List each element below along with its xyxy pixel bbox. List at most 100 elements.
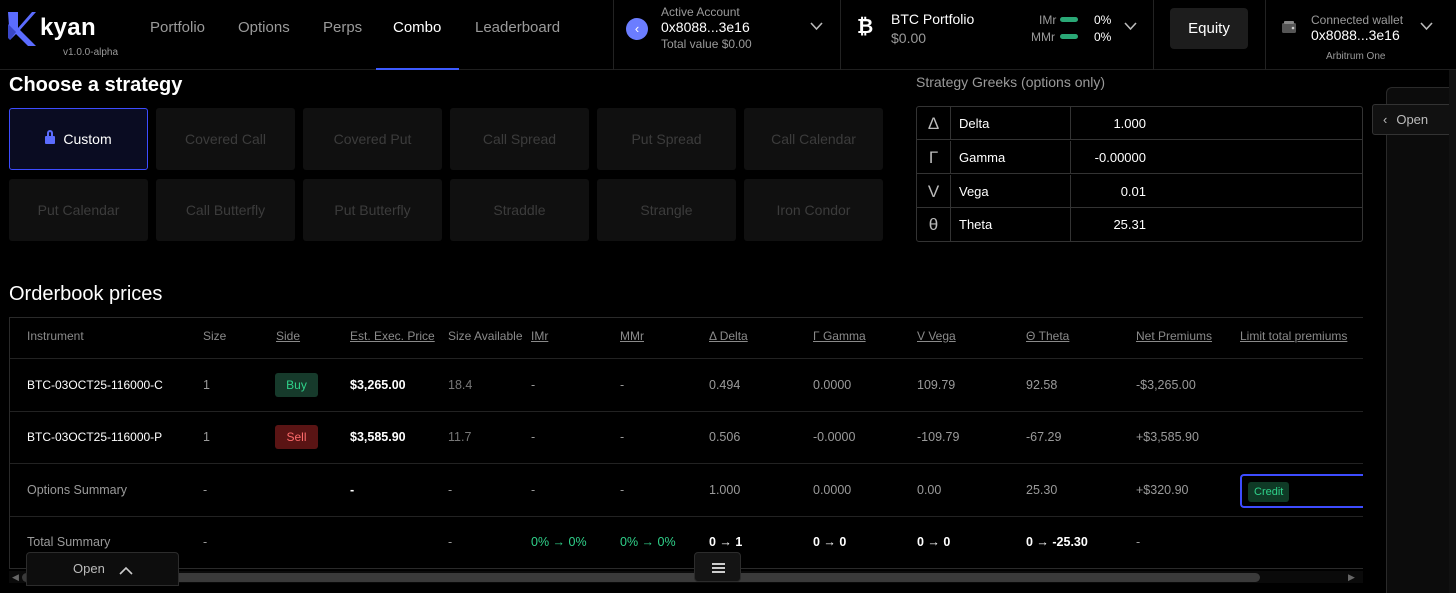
est-exec-price: $3,585.90 — [350, 430, 406, 444]
strategy-custom[interactable]: Custom — [9, 108, 148, 170]
bottom-panel-open-button[interactable]: Open — [26, 552, 179, 586]
greeks-title: Strategy Greeks (options only) — [916, 74, 1106, 90]
top-header: kyan v1.0.0-alpha Portfolio Options Perp… — [0, 0, 1456, 70]
vertical-scrollbar[interactable] — [1449, 70, 1456, 593]
size-available: - — [448, 535, 453, 549]
strategy-covered-call[interactable]: Covered Call — [156, 108, 295, 170]
wallet-address: 0x8088...3e16 — [1311, 27, 1400, 43]
account-avatar-icon: ‹ — [626, 18, 648, 40]
col-mmr[interactable]: MMr — [620, 329, 644, 343]
tab-combo[interactable]: Combo — [393, 19, 441, 36]
credit-badge[interactable]: Credit — [1248, 482, 1290, 502]
greek-row-delta: Δ Delta 1.000 — [917, 107, 1362, 140]
active-tab-indicator — [376, 68, 459, 70]
greek-value: -0.00000 — [1094, 150, 1146, 165]
greek-value: 25.31 — [1113, 217, 1146, 232]
strategy-call-butterfly[interactable]: Call Butterfly — [156, 179, 295, 241]
row-gamma: 0.0000 — [813, 378, 852, 392]
col-theta[interactable]: Θ Theta — [1026, 329, 1069, 343]
strategy-strangle[interactable]: Strangle — [597, 179, 736, 241]
strategy-call-calendar[interactable]: Call Calendar — [744, 108, 883, 170]
scroll-right-arrow-icon[interactable]: ▶ — [1348, 572, 1355, 583]
row-net-premium: - — [1136, 535, 1141, 549]
imr-label: IMr — [1039, 13, 1057, 27]
theta-change: 0 → -25.30 — [1026, 535, 1088, 549]
total-summary-label: Total Summary — [27, 535, 111, 549]
col-size: Size — [203, 329, 227, 343]
col-delta[interactable]: Δ Delta — [709, 329, 748, 343]
strategy-label: Call Calendar — [771, 131, 856, 147]
scroll-left-arrow-icon[interactable]: ◀ — [12, 572, 19, 583]
est-exec-price: $3,265.00 — [350, 378, 406, 392]
side-buy-badge[interactable]: Buy — [275, 373, 318, 397]
theta-icon: θ — [917, 208, 951, 241]
row-vega: 109.79 — [917, 378, 956, 392]
strategy-put-calendar[interactable]: Put Calendar — [9, 179, 148, 241]
chevron-up-icon — [119, 563, 133, 578]
strategy-put-spread[interactable]: Put Spread — [597, 108, 736, 170]
row-net-premium: +$320.90 — [1136, 483, 1189, 497]
col-side[interactable]: Side — [276, 329, 300, 343]
wallet-network: Arbitrum One — [1326, 51, 1386, 62]
active-account-label: Active Account — [661, 5, 740, 19]
row-mmr: - — [620, 430, 625, 444]
tab-portfolio[interactable]: Portfolio — [150, 19, 205, 36]
portfolio-chevron-down-icon[interactable] — [1124, 20, 1137, 34]
instrument-name: BTC-03OCT25-116000-P — [27, 430, 163, 444]
account-chevron-down-icon[interactable] — [810, 20, 823, 34]
est-exec-price: - — [350, 483, 355, 497]
wallet-icon — [1281, 20, 1297, 34]
strategy-label: Put Calendar — [37, 202, 120, 218]
size-available: - — [448, 483, 453, 497]
row-imr: - — [531, 378, 536, 392]
col-gamma[interactable]: Γ Gamma — [813, 329, 866, 343]
strategy-label: Put Spread — [631, 131, 702, 147]
col-instrument: Instrument — [27, 329, 84, 343]
col-vega[interactable]: V Vega — [917, 329, 956, 343]
brand-name[interactable]: kyan — [40, 14, 96, 42]
greek-value: 1.000 — [1113, 116, 1146, 131]
row-gamma: -0.0000 — [813, 430, 856, 444]
header-divider — [840, 0, 841, 70]
strategy-put-butterfly[interactable]: Put Butterfly — [303, 179, 442, 241]
row-divider — [10, 411, 1363, 412]
open-label: Open — [1396, 112, 1429, 127]
strategy-iron-condor[interactable]: Iron Condor — [744, 179, 883, 241]
col-imr[interactable]: IMr — [531, 329, 548, 343]
kyan-logo-icon[interactable] — [6, 10, 36, 48]
col-net-premiums[interactable]: Net Premiums — [1136, 329, 1212, 343]
row-divider — [10, 358, 1363, 359]
strategy-covered-put[interactable]: Covered Put — [303, 108, 442, 170]
row-delta: 0.494 — [709, 378, 741, 392]
row-theta: 25.30 — [1026, 483, 1058, 497]
imr-change: 0% → 0% — [531, 535, 587, 549]
horizontal-scrollbar-thumb[interactable] — [22, 573, 1260, 582]
tab-options[interactable]: Options — [238, 19, 290, 36]
tab-leaderboard[interactable]: Leaderboard — [475, 19, 560, 36]
strategy-straddle[interactable]: Straddle — [450, 179, 589, 241]
side-panel — [1386, 87, 1456, 593]
greek-row-theta: θ Theta 25.31 — [917, 208, 1362, 241]
strategy-label: Covered Put — [333, 131, 412, 147]
row-size: 1 — [203, 430, 210, 444]
mmr-label: MMr — [1031, 30, 1055, 44]
strategy-call-spread[interactable]: Call Spread — [450, 108, 589, 170]
instrument-name: BTC-03OCT25-116000-C — [27, 378, 163, 392]
vega-change: 0 → 0 — [917, 535, 951, 549]
strategy-label: Custom — [63, 131, 112, 147]
side-panel-open-button[interactable]: ‹ Open — [1372, 104, 1456, 135]
greek-name: Theta — [959, 217, 993, 232]
col-limit-total-premiums[interactable]: Limit total premiums — [1240, 329, 1347, 343]
wallet-chevron-down-icon[interactable] — [1420, 20, 1433, 34]
col-est-exec-price[interactable]: Est. Exec. Price — [350, 329, 435, 343]
size-available: 18.4 — [448, 378, 473, 392]
row-divider — [10, 463, 1363, 464]
row-vega: 0.00 — [917, 483, 942, 497]
menu-handle-icon[interactable] — [694, 552, 741, 582]
side-sell-badge[interactable]: Sell — [275, 425, 318, 449]
lock-icon — [45, 130, 56, 144]
row-delta: 1.000 — [709, 483, 741, 497]
limit-premium-input[interactable]: Credit — [1240, 474, 1363, 508]
equity-button[interactable]: Equity — [1170, 8, 1248, 49]
tab-perps[interactable]: Perps — [323, 19, 362, 36]
